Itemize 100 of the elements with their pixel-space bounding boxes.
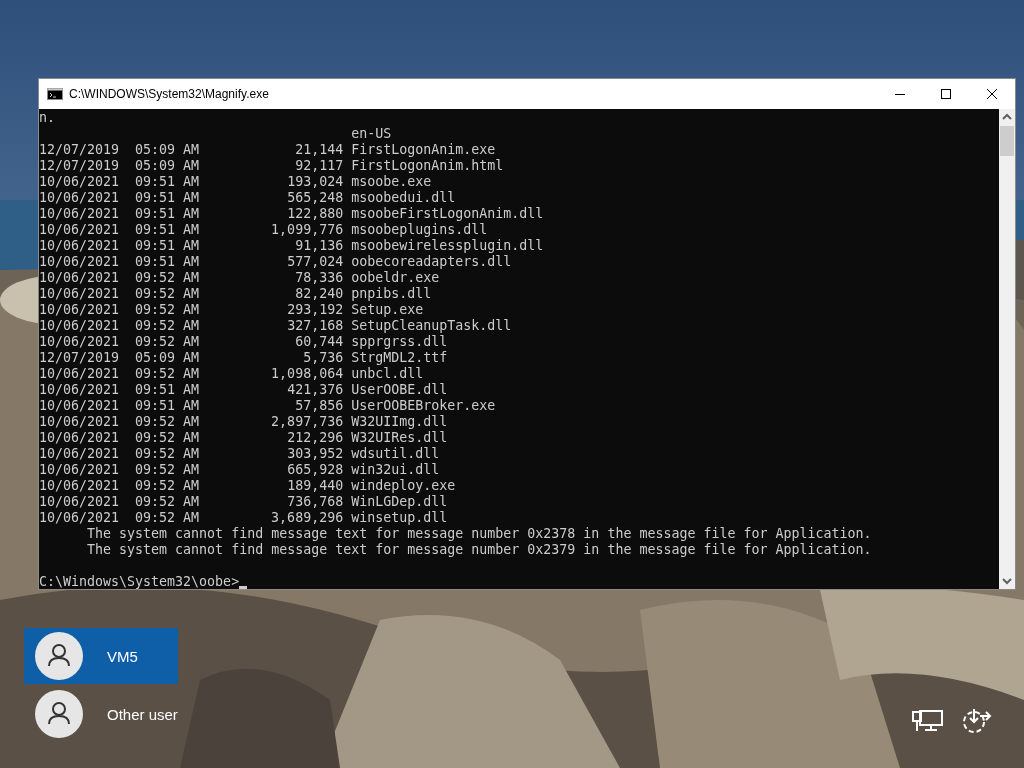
file-time: 09:51 AM	[135, 222, 200, 238]
file-time: 09:52 AM	[135, 302, 200, 318]
error-message: The system cannot find message text for message number 0x2379 in the message file for Application.	[87, 542, 872, 558]
file-date: 10/06/2021	[39, 366, 120, 382]
file-size: 293,192	[286, 302, 344, 318]
file-size: 665,928	[286, 462, 344, 478]
file-size: 57,856	[294, 398, 344, 414]
user-avatar-icon	[35, 632, 83, 680]
file-name: WinLGDep.dll	[351, 494, 448, 510]
file-date: 10/06/2021	[39, 414, 120, 430]
file-size: 327,168	[286, 318, 344, 334]
file-date: 12/07/2019	[39, 142, 120, 158]
file-name: oobeldr.exe	[351, 270, 440, 286]
file-date: 10/06/2021	[39, 190, 120, 206]
file-time: 09:52 AM	[135, 462, 200, 478]
file-size: 577,024	[286, 254, 344, 270]
file-time: 09:52 AM	[135, 430, 200, 446]
user-tile[interactable]: VM5	[24, 628, 178, 684]
file-size: 122,880	[286, 206, 344, 222]
file-name: W32UIRes.dll	[351, 430, 448, 446]
file-name: StrgMDL2.ttf	[351, 350, 448, 366]
file-size: 91,136	[294, 238, 344, 254]
file-time: 09:52 AM	[135, 446, 200, 462]
file-date: 10/06/2021	[39, 206, 120, 222]
user-tile[interactable]: Other user	[24, 686, 178, 742]
console-text: n.	[39, 110, 55, 126]
file-time: 09:52 AM	[135, 494, 200, 510]
file-date: 10/06/2021	[39, 510, 120, 526]
network-icon[interactable]	[912, 709, 944, 733]
file-time: 09:52 AM	[135, 286, 200, 302]
file-date: 10/06/2021	[39, 318, 120, 334]
file-size: 421,376	[286, 382, 344, 398]
file-name: msoobe.exe	[351, 174, 432, 190]
file-time: 09:51 AM	[135, 382, 200, 398]
file-name: FirstLogonAnim.html	[351, 158, 504, 174]
file-time: 05:09 AM	[135, 142, 200, 158]
file-time: 09:52 AM	[135, 414, 200, 430]
file-date: 10/06/2021	[39, 254, 120, 270]
file-name: FirstLogonAnim.exe	[351, 142, 496, 158]
file-name: Setup.exe	[351, 302, 424, 318]
file-time: 05:09 AM	[135, 158, 200, 174]
file-time: 09:51 AM	[135, 174, 200, 190]
file-date: 10/06/2021	[39, 286, 120, 302]
file-name: wdsutil.dll	[351, 446, 440, 462]
file-name: pnpibs.dll	[351, 286, 432, 302]
file-size: 303,952	[286, 446, 344, 462]
folder-name: en-US	[351, 126, 392, 142]
close-icon	[986, 88, 998, 100]
file-time: 09:52 AM	[135, 334, 200, 350]
file-size: 1,099,776	[270, 222, 344, 238]
file-size: 92,117	[294, 158, 344, 174]
scroll-thumb[interactable]	[1000, 126, 1014, 156]
file-size: 60,744	[294, 334, 344, 350]
file-date: 10/06/2021	[39, 430, 120, 446]
file-name: W32UIImg.dll	[351, 414, 448, 430]
file-time: 09:51 AM	[135, 238, 200, 254]
file-date: 10/06/2021	[39, 446, 120, 462]
file-time: 09:52 AM	[135, 270, 200, 286]
file-name: SetupCleanupTask.dll	[351, 318, 512, 334]
text-cursor	[239, 586, 248, 589]
scrollbar[interactable]	[999, 109, 1015, 589]
file-time: 09:52 AM	[135, 318, 200, 334]
file-date: 10/06/2021	[39, 270, 120, 286]
file-name: msoobewirelessplugin.dll	[351, 238, 544, 254]
file-size: 2,897,736	[270, 414, 344, 430]
file-size: 1,098,064	[270, 366, 344, 382]
console-icon	[47, 88, 63, 100]
file-date: 10/06/2021	[39, 302, 120, 318]
file-date: 10/06/2021	[39, 174, 120, 190]
file-size: 189,440	[286, 478, 344, 494]
file-size: 212,296	[286, 430, 344, 446]
user-avatar-icon	[35, 690, 83, 738]
error-message: The system cannot find message text for message number 0x2378 in the message file for Application.	[87, 526, 872, 542]
file-time: 09:52 AM	[135, 366, 200, 382]
file-size: 736,768	[286, 494, 344, 510]
file-time: 09:51 AM	[135, 190, 200, 206]
file-date: 10/06/2021	[39, 462, 120, 478]
file-size: 5,736	[302, 350, 344, 366]
file-size: 21,144	[294, 142, 344, 158]
file-time: 09:51 AM	[135, 398, 200, 414]
file-name: oobecoreadapters.dll	[351, 254, 512, 270]
file-name: msoobeFirstLogonAnim.dll	[351, 206, 544, 222]
file-size: 565,248	[286, 190, 344, 206]
file-name: win32ui.dll	[351, 462, 440, 478]
file-name: msoobeplugins.dll	[351, 222, 488, 238]
window-title: C:\WINDOWS\System32\Magnify.exe	[69, 87, 269, 101]
file-size: 193,024	[286, 174, 344, 190]
file-name: UserOOBEBroker.exe	[351, 398, 496, 414]
file-date: 10/06/2021	[39, 382, 120, 398]
file-name: UserOOBE.dll	[351, 382, 448, 398]
file-time: 09:52 AM	[135, 478, 200, 494]
file-date: 12/07/2019	[39, 350, 120, 366]
file-size: 78,336	[294, 270, 344, 286]
file-date: 10/06/2021	[39, 238, 120, 254]
accessibility-icon[interactable]	[960, 707, 992, 735]
file-time: 09:52 AM	[135, 510, 200, 526]
file-time: 05:09 AM	[135, 350, 200, 366]
file-name: msoobedui.dll	[351, 190, 456, 206]
file-date: 10/06/2021	[39, 334, 120, 350]
file-name: winsetup.dll	[351, 510, 448, 526]
